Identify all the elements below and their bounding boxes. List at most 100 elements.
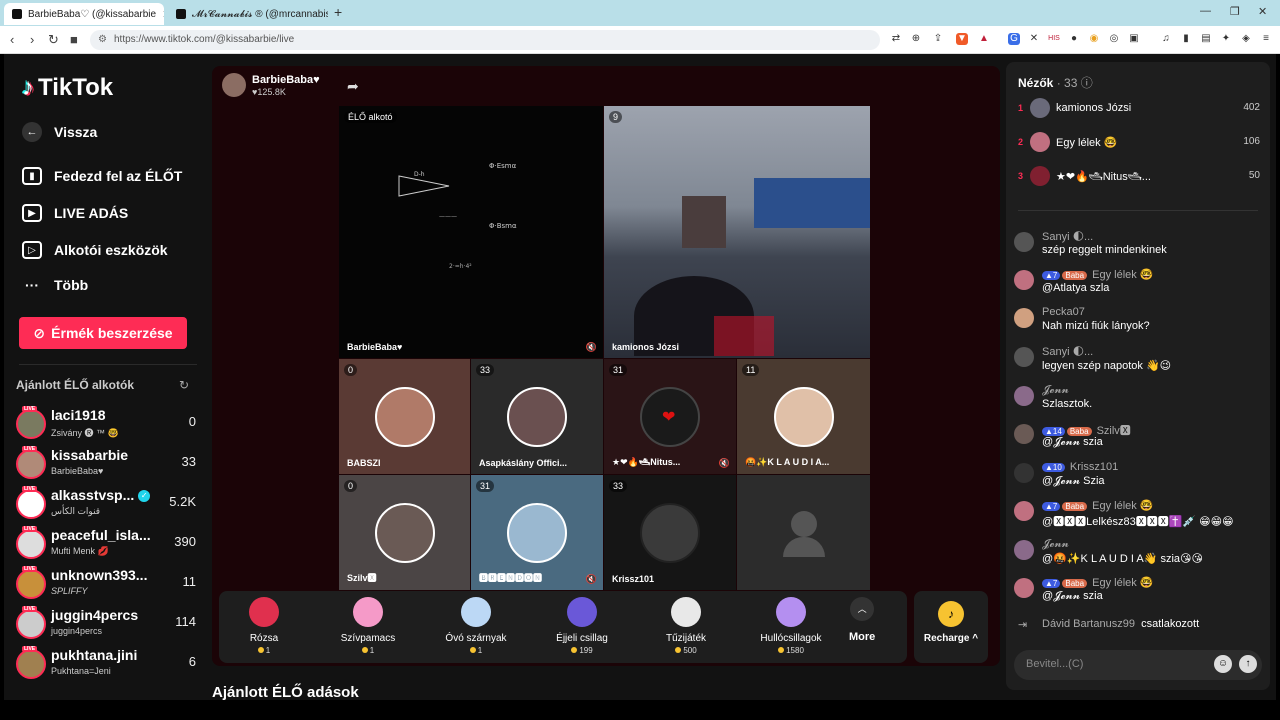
message-user: 𝓙𝓮𝓷𝓷: [1042, 384, 1069, 396]
get-coins-button[interactable]: ⊘ Érmék beszerzése: [19, 317, 187, 349]
sidebar-icon[interactable]: ▮: [1180, 33, 1192, 45]
viewers-header: Nézők · 33 ⓘ: [1018, 74, 1093, 91]
maximize-icon[interactable]: ❐: [1230, 5, 1240, 18]
recommended-creator[interactable]: LIVE peaceful_isla... Mufti Menk 💋 390: [16, 526, 196, 565]
svg-text:———: ———: [439, 213, 457, 220]
gift-item[interactable]: Hullócsillagok 1580: [746, 597, 836, 655]
video-tile-guest[interactable]: 9 kamionos Józsi: [604, 106, 870, 358]
guest-avatar: [507, 386, 567, 447]
video-tile-guest[interactable]: 0 Szilv🆇: [339, 475, 470, 590]
nav-go-live[interactable]: ▶ LIVE ADÁS: [22, 204, 128, 222]
translate-icon[interactable]: ⇄: [890, 33, 902, 45]
viewer-count: 6: [188, 654, 196, 669]
gift-item[interactable]: Óvó szárnyak 1: [431, 597, 521, 655]
video-tile-guest[interactable]: 11 🤬✨K L A U D I A...: [737, 359, 870, 474]
site-info-icon[interactable]: ⚙: [98, 34, 107, 45]
url-input[interactable]: ⚙ https://www.tiktok.com/@kissabarbie/li…: [90, 30, 880, 50]
fan-badge: Baba: [1062, 271, 1088, 280]
video-tile-guest[interactable]: 31 🅱🆁🅴🅽🅳🅾🅽 🔇: [471, 475, 603, 590]
video-tile-host[interactable]: ÉLŐ alkotó D-h Φ·Esmα Φ·Bsmα ——— 2·=h·4²…: [339, 106, 603, 358]
minimize-icon[interactable]: —: [1200, 5, 1211, 17]
viewer-count: 0: [188, 414, 196, 429]
share-icon[interactable]: ➦: [347, 78, 359, 95]
recommended-creator[interactable]: LIVE pukhtana.jini Pukhtana=Jeni 6: [16, 646, 196, 685]
tile-name: kamionos Józsi: [612, 342, 680, 352]
video-tile-guest[interactable]: 33 Asapkáslány Offici...: [471, 359, 603, 474]
top-viewer[interactable]: 2 Egy lélek 🤓 106: [1016, 132, 1260, 156]
refresh-icon[interactable]: ↻: [179, 378, 189, 392]
guest-avatar: [507, 502, 567, 563]
message-text: @𝓙𝓮𝓷𝓷 szia: [1042, 436, 1103, 448]
vpn-icon[interactable]: ◈: [1240, 33, 1252, 45]
nav-back[interactable]: ← Vissza: [22, 122, 97, 142]
creator-name: kissabarbie: [51, 447, 129, 463]
wings-icon: [461, 597, 491, 627]
nav-explore-live[interactable]: ▮ Fedezd fel az ÉLŐT: [22, 167, 182, 185]
viewer-score: 402: [1243, 102, 1260, 113]
info-icon[interactable]: ⓘ: [1081, 76, 1093, 90]
fan-badge: Baba: [1066, 427, 1092, 436]
extension-icon[interactable]: ◉: [1088, 33, 1100, 45]
leo-icon[interactable]: ✦: [1220, 33, 1232, 45]
host-name[interactable]: BarbieBaba♥: [252, 74, 320, 86]
host-avatar[interactable]: [222, 73, 246, 97]
gift-item[interactable]: Rózsa 1: [219, 597, 309, 655]
extension-icon[interactable]: G: [1008, 33, 1020, 45]
extension-icon[interactable]: HIS: [1048, 33, 1060, 45]
brave-shield-icon[interactable]: ▼: [956, 33, 968, 45]
forward-icon[interactable]: ›: [30, 32, 34, 47]
coin-icon: [778, 647, 785, 653]
viewers-count: · 33: [1056, 76, 1078, 90]
browser-tab-active[interactable]: BarbieBaba♡ (@kissabarbie ✕: [4, 3, 164, 25]
message-text: @🤬✨K L A U D I A👋 szia😘😘: [1042, 553, 1203, 565]
recommended-creator[interactable]: LIVE kissabarbie BarbieBaba♥ 33: [16, 446, 196, 485]
top-viewer[interactable]: 1 kamionos Józsi 402: [1016, 98, 1260, 122]
recharge-button[interactable]: ♪ Recharge ^: [914, 591, 988, 663]
send-icon[interactable]: ↑: [1239, 655, 1257, 673]
menu-icon[interactable]: ≡: [1260, 33, 1272, 45]
video-tile-guest[interactable]: ❤ 31 ★❤🔥🛥Nitus... 🔇: [604, 359, 736, 474]
recommended-creator[interactable]: LIVE unknown393... SPLIFFY 11: [16, 566, 196, 605]
viewer-count: 114: [175, 614, 196, 629]
gift-item[interactable]: Szívpamacs 1: [323, 597, 413, 655]
more-gifts-button[interactable]: ︿ More: [849, 597, 875, 643]
nav-more[interactable]: ··· Több: [22, 277, 88, 293]
nav-creator-tools[interactable]: ▷ Alkotói eszközök: [22, 241, 168, 259]
new-tab-button[interactable]: +: [334, 4, 342, 20]
video-tile-guest[interactable]: 0 BABSZI: [339, 359, 470, 474]
empty-seat-tile[interactable]: [737, 475, 870, 590]
creator-subtitle: Pukhtana=Jeni: [51, 666, 111, 676]
close-window-icon[interactable]: ✕: [1258, 5, 1267, 18]
extension-icon[interactable]: ●: [1068, 33, 1080, 45]
emoji-icon[interactable]: ☺: [1214, 655, 1232, 673]
tiktok-live-page: ♪ TikTok ← Vissza ▮ Fedezd fel az ÉLŐT ▶…: [4, 54, 1276, 701]
recommended-creator[interactable]: LIVE laci1918 Zsivány 🅡 ™ 🤓 0: [16, 406, 196, 445]
tiktok-logo[interactable]: ♪ TikTok: [22, 74, 113, 102]
recommended-creator[interactable]: LIVE alkasstvsp... ✓ قنوات الكأس 5.2K: [16, 486, 196, 525]
extension-icon[interactable]: ◎: [1108, 33, 1120, 45]
zoom-icon[interactable]: ⊕: [910, 33, 922, 45]
bookmark-icon[interactable]: ■: [70, 32, 78, 47]
message-user: Pecka07: [1042, 306, 1085, 318]
gift-item[interactable]: Éjjeli csillag 199: [537, 597, 627, 655]
viewer-score: 50: [1248, 170, 1260, 181]
extension-icon[interactable]: ▣: [1128, 33, 1140, 45]
browser-tab[interactable]: 𝓜𝓻𝓒𝓪𝓷𝓷𝓪𝓫𝓲𝓼 ® (@mrcannabis ✕: [168, 3, 328, 25]
close-tab-icon[interactable]: ✕: [162, 8, 164, 21]
gift-item[interactable]: Tűzijáték 500: [641, 597, 731, 655]
message-text: @🆇🆇🆇Lelkész83🆇🆇🆇✝️💉 😁😁😁: [1042, 516, 1234, 528]
avatar: [1014, 424, 1034, 444]
music-icon[interactable]: ♫: [1160, 33, 1172, 45]
top-viewer[interactable]: 3 ★❤🔥🛥Nitus🛥... 50: [1016, 166, 1260, 190]
reload-icon[interactable]: ↻: [48, 32, 59, 48]
rewards-icon[interactable]: ▲: [978, 33, 990, 45]
extension-icon[interactable]: ✕: [1028, 33, 1040, 45]
svg-text:D-h: D-h: [414, 171, 425, 178]
coins-label: Érmék beszerzése: [51, 325, 173, 341]
video-tile-guest[interactable]: 33 Krissz101: [604, 475, 736, 590]
wallet-icon[interactable]: ▤: [1200, 33, 1212, 45]
recommended-creator[interactable]: LIVE juggin4percs juggin4percs 114: [16, 606, 196, 645]
back-icon[interactable]: ‹: [10, 32, 14, 47]
share-page-icon[interactable]: ⇪: [932, 33, 944, 45]
tile-name: ★❤🔥🛥Nitus...: [612, 457, 681, 467]
